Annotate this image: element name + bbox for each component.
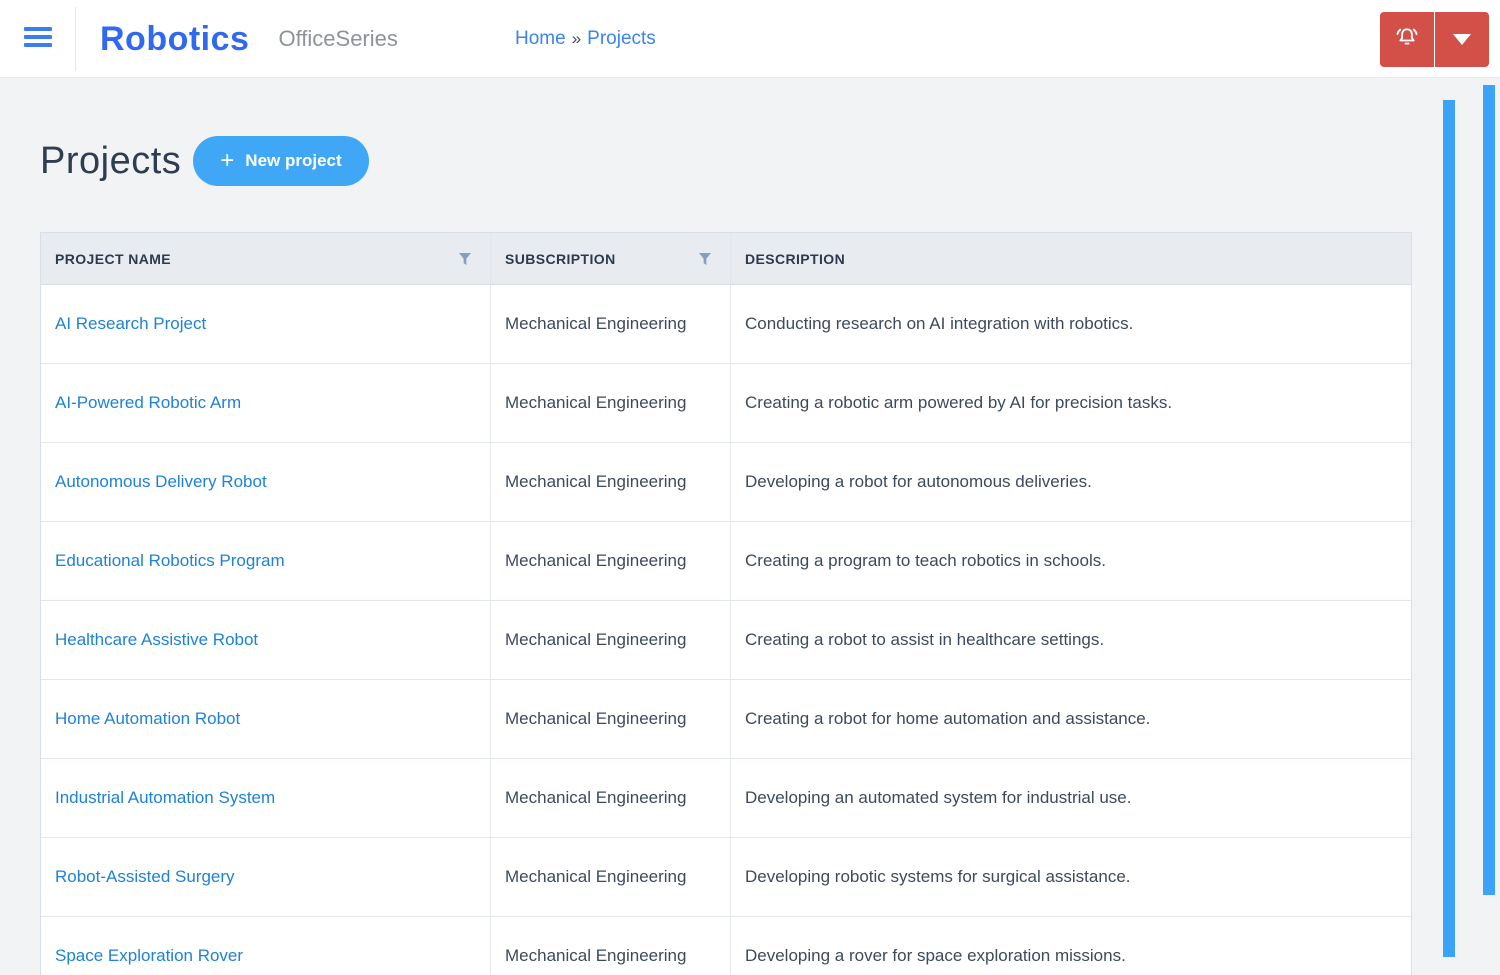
chevron-down-icon: [1453, 34, 1471, 45]
filter-icon[interactable]: [456, 250, 474, 268]
table-row: Educational Robotics Program Mechanical …: [41, 522, 1411, 601]
column-header-description[interactable]: DESCRIPTION: [731, 233, 1411, 284]
subscription-cell: Mechanical Engineering: [491, 364, 731, 442]
account-menu-button[interactable]: [1435, 12, 1489, 67]
subscription-cell: Mechanical Engineering: [491, 759, 731, 837]
projects-table: PROJECT NAME SUBSCRIPTION DESCRIPTION AI…: [40, 232, 1412, 975]
table-row: Space Exploration Rover Mechanical Engin…: [41, 917, 1411, 975]
subscription-cell: Mechanical Engineering: [491, 443, 731, 521]
table-row: Autonomous Delivery Robot Mechanical Eng…: [41, 443, 1411, 522]
table-row: AI Research Project Mechanical Engineeri…: [41, 285, 1411, 364]
subscription-cell: Mechanical Engineering: [491, 522, 731, 600]
brand: Robotics OfficeSeries: [100, 0, 398, 78]
plus-icon: +: [220, 147, 235, 174]
project-link[interactable]: Healthcare Assistive Robot: [55, 630, 258, 650]
column-header-project-name[interactable]: PROJECT NAME: [41, 233, 491, 284]
description-cell: Conducting research on AI integration wi…: [745, 314, 1134, 333]
description-cell: Developing robotic systems for surgical …: [745, 867, 1131, 886]
project-link[interactable]: Industrial Automation System: [55, 788, 275, 808]
subscription-cell: Mechanical Engineering: [491, 680, 731, 758]
breadcrumb-home-link[interactable]: Home: [515, 28, 566, 50]
subscription-cell: Mechanical Engineering: [491, 285, 731, 363]
project-link[interactable]: Home Automation Robot: [55, 709, 240, 729]
page-title: Projects: [40, 139, 182, 182]
table-row: Industrial Automation System Mechanical …: [41, 759, 1411, 838]
title-row: Projects + New project: [40, 136, 369, 186]
table-header-row: PROJECT NAME SUBSCRIPTION DESCRIPTION: [41, 233, 1411, 285]
description-cell: Developing a robot for autonomous delive…: [745, 472, 1092, 491]
description-cell: Creating a program to teach robotics in …: [745, 551, 1106, 570]
project-link[interactable]: Robot-Assisted Surgery: [55, 867, 235, 887]
subscription-cell: Mechanical Engineering: [491, 917, 731, 975]
filter-icon[interactable]: [696, 250, 714, 268]
description-cell: Creating a robot to assist in healthcare…: [745, 630, 1105, 649]
new-project-button[interactable]: + New project: [193, 136, 369, 186]
description-cell: Developing a rover for space exploration…: [745, 946, 1126, 965]
description-cell: Creating a robot for home automation and…: [745, 709, 1151, 728]
project-link[interactable]: AI-Powered Robotic Arm: [55, 393, 241, 413]
breadcrumb-current-projects[interactable]: Projects: [587, 28, 656, 50]
top-bar: Robotics OfficeSeries Home » Projects: [0, 0, 1500, 78]
description-cell: Developing an automated system for indus…: [745, 788, 1132, 807]
new-project-label: New project: [245, 151, 342, 170]
outer-scrollbar-thumb[interactable]: [1483, 85, 1495, 895]
breadcrumb: Home » Projects: [515, 0, 656, 78]
project-link[interactable]: Educational Robotics Program: [55, 551, 285, 571]
inner-scrollbar-thumb[interactable]: [1443, 100, 1455, 957]
table-row: Robot-Assisted Surgery Mechanical Engine…: [41, 838, 1411, 917]
table-row: Healthcare Assistive Robot Mechanical En…: [41, 601, 1411, 680]
project-link[interactable]: Autonomous Delivery Robot: [55, 472, 267, 492]
subscription-cell: Mechanical Engineering: [491, 838, 731, 916]
description-cell: Creating a robotic arm powered by AI for…: [745, 393, 1173, 412]
header-actions: [1380, 12, 1489, 67]
table-row: Home Automation Robot Mechanical Enginee…: [41, 680, 1411, 759]
suite-name: OfficeSeries: [278, 26, 398, 51]
column-header-subscription[interactable]: SUBSCRIPTION: [491, 233, 731, 284]
subscription-cell: Mechanical Engineering: [491, 601, 731, 679]
bell-icon: [1393, 23, 1421, 56]
project-link[interactable]: AI Research Project: [55, 314, 206, 334]
app-logo[interactable]: Robotics: [100, 20, 249, 59]
project-link[interactable]: Space Exploration Rover: [55, 946, 243, 966]
breadcrumb-separator: »: [571, 29, 582, 48]
header-divider: [75, 7, 76, 71]
notifications-button[interactable]: [1380, 12, 1434, 67]
table-row: AI-Powered Robotic Arm Mechanical Engine…: [41, 364, 1411, 443]
hamburger-icon[interactable]: [24, 27, 52, 51]
